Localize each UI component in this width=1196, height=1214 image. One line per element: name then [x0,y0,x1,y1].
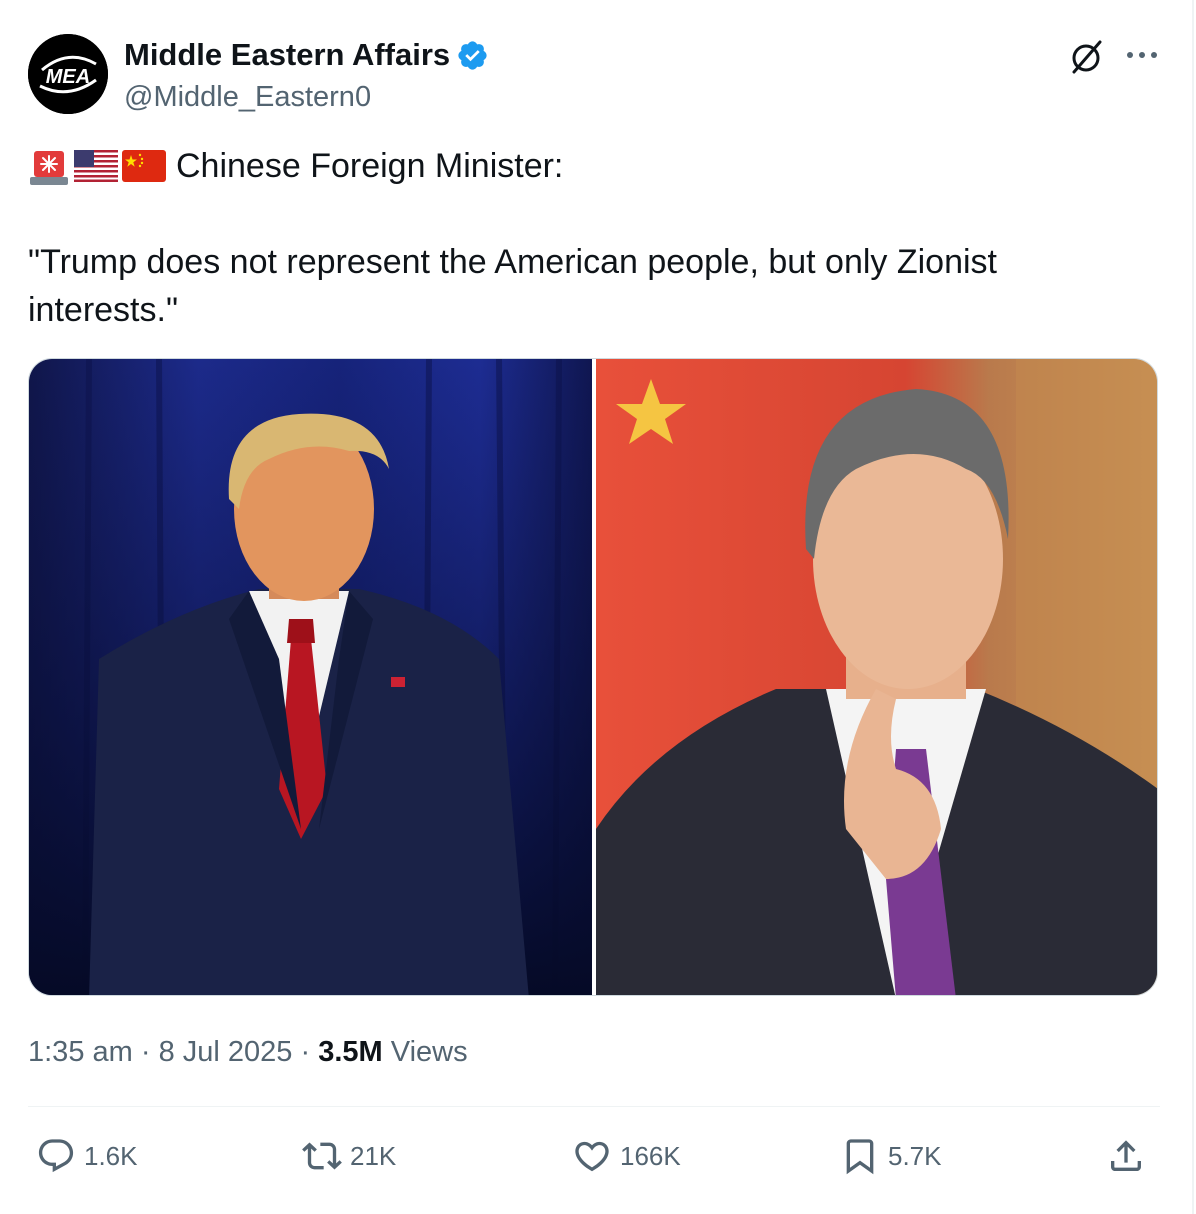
heart-icon [575,1141,609,1172]
views-count: 3.5M [318,1036,383,1068]
svg-text:MEA: MEA [46,66,90,88]
repost-button[interactable]: 21K [302,1134,396,1178]
tweet-quote: "Trump does not represent the American p… [28,243,997,329]
author-name[interactable]: Middle Eastern Affairs [124,36,489,74]
tweet-meta: 1:35 am · 8 Jul 2025 · 3.5M Views [28,1032,468,1072]
bookmark-icon [846,1139,874,1175]
reply-icon [38,1139,74,1173]
tweet-time[interactable]: 1:35 am [28,1036,133,1068]
repost-count: 21K [350,1140,397,1171]
author-name-text[interactable]: Middle Eastern Affairs [124,36,450,74]
meta-separator: · [300,1036,311,1068]
share-button[interactable] [1106,1134,1154,1178]
share-icon [1111,1140,1141,1171]
views-label: Views [390,1036,468,1068]
divider [28,1106,1160,1107]
meta-separator: · [140,1036,151,1068]
tweet-first-line: Chinese Foreign Minister: [28,140,563,192]
like-count: 166K [620,1140,681,1171]
tweet-text-line1: Chinese Foreign Minister: [176,147,564,185]
photo-left-image [29,359,592,995]
media-grid[interactable] [28,358,1158,996]
china-flag-emoji [122,150,166,182]
reply-count: 1.6K [84,1140,138,1171]
column-border [1192,0,1194,1214]
photo-right-image [596,359,1157,995]
photo-right[interactable] [596,359,1157,995]
us-flag-emoji [74,150,118,182]
mea-logo: MEA [28,34,108,114]
tweet-date[interactable]: 8 Jul 2025 [159,1036,293,1068]
repost-icon [302,1142,342,1170]
photo-left[interactable] [29,359,592,995]
police-light-emoji [30,151,68,185]
reply-button[interactable]: 1.6K [36,1134,138,1178]
like-button[interactable]: 166K [572,1134,681,1178]
grok-icon[interactable] [1068,38,1106,76]
bookmark-count: 5.7K [888,1140,942,1171]
avatar[interactable]: MEA [28,34,108,114]
author-handle[interactable]: @Middle_Eastern0 [124,80,371,114]
bookmark-button[interactable]: 5.7K [840,1134,942,1178]
more-icon[interactable] [1124,40,1160,70]
verified-badge-icon[interactable] [456,39,489,72]
